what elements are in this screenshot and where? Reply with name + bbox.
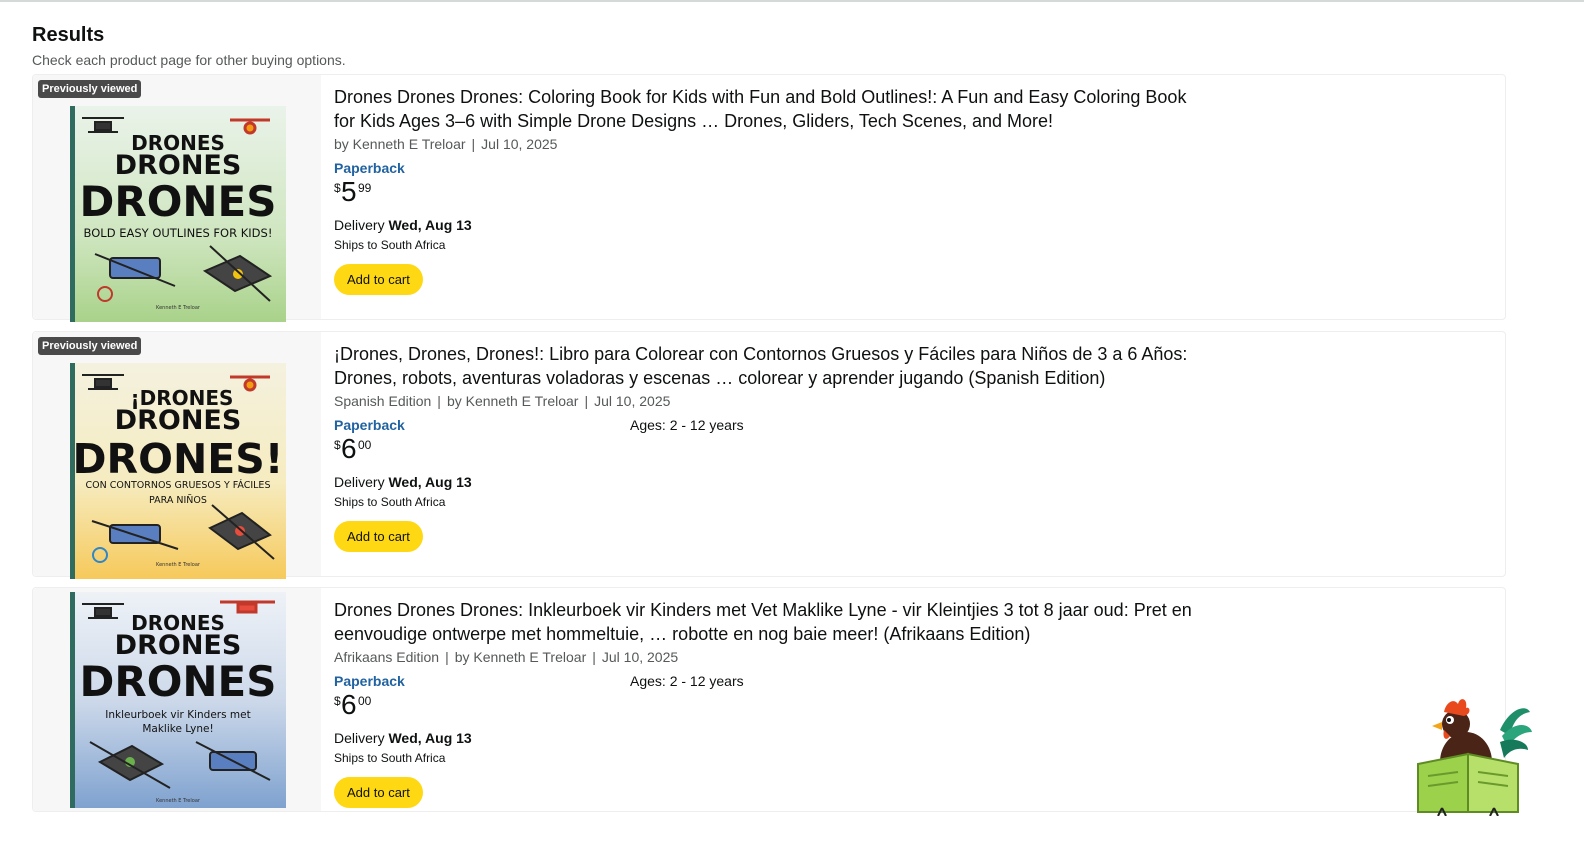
author-name: by Kenneth E Treloar — [454, 649, 587, 665]
price: $ 6 00 — [334, 689, 1214, 722]
author-name: by Kenneth E Treloar — [334, 136, 466, 152]
product-byline: Afrikaans Edition | by Kenneth E Treloar | J… — [334, 649, 679, 665]
svg-text:DRONES!: DRONES! — [72, 435, 283, 483]
edition: Spanish Edition — [334, 393, 432, 409]
product-info: ¡Drones, Drones, Drones!: Libro para Col… — [334, 342, 1214, 552]
results-subtitle: Check each product page for other buying… — [32, 52, 346, 68]
product-byline: by Kenneth E Treloar | Jul 10, 2025 — [334, 136, 558, 152]
product-byline: Spanish Edition | by Kenneth E Treloar | Jul… — [334, 393, 671, 409]
book-cover-image[interactable]: ¡DRONES DRONES DRONES! CON CONTORNOS GRU… — [70, 363, 286, 579]
product-title[interactable]: Drones Drones Drones: Coloring Book for … — [334, 85, 1214, 133]
delivery-info: Delivery Wed, Aug 13 — [334, 472, 1214, 492]
svg-text:Kenneth E Treloar: Kenneth E Treloar — [156, 798, 201, 804]
publish-date: Jul 10, 2025 — [481, 136, 558, 152]
delivery-date: Wed, Aug 13 — [388, 474, 472, 490]
ships-to: Ships to South Africa — [334, 495, 446, 509]
price-whole: 6 — [341, 689, 357, 720]
age-range: Ages: 2 - 12 years — [630, 417, 744, 433]
book-cover-image[interactable]: DRONES DRONES DRONES BOLD EASY OUTLINES … — [70, 106, 286, 322]
edition: Afrikaans Edition — [334, 649, 440, 665]
svg-text:Kenneth E Treloar: Kenneth E Treloar — [156, 305, 201, 311]
delivery-info: Delivery Wed, Aug 13 — [334, 215, 1214, 235]
publish-date: Jul 10, 2025 — [594, 393, 671, 409]
product-info: Drones Drones Drones: Coloring Book for … — [334, 85, 1214, 295]
svg-text:Inkleurboek vir Kinders met: Inkleurboek vir Kinders met — [105, 709, 250, 721]
product-title-line[interactable]: eenvoudige ontwerpe met hommeltuie, … ro… — [334, 624, 1030, 644]
ships-to: Ships to South Africa — [334, 751, 446, 765]
product-info: Drones Drones Drones: Inkleurboek vir Ki… — [334, 598, 1214, 808]
book-cover-image[interactable]: DRONES DRONES DRONES Inkleurboek vir Kin… — [70, 592, 286, 808]
price-fraction: 99 — [358, 181, 372, 195]
age-range: Ages: 2 - 12 years — [630, 673, 744, 689]
svg-text:DRONES: DRONES — [80, 657, 277, 706]
svg-text:Kenneth E Treloar: Kenneth E Treloar — [156, 562, 201, 568]
previously-viewed-badge: Previously viewed — [38, 80, 142, 98]
price-symbol: $ — [334, 181, 341, 195]
svg-text:BOLD EASY OUTLINES FOR KIDS!: BOLD EASY OUTLINES FOR KIDS! — [84, 226, 273, 240]
svg-text:Maklike Lyne!: Maklike Lyne! — [142, 723, 213, 735]
format-link[interactable]: Paperback — [334, 417, 405, 433]
rooster-reading-mascot-icon[interactable] — [1414, 690, 1532, 816]
price-symbol: $ — [334, 694, 341, 708]
delivery-info: Delivery Wed, Aug 13 — [334, 728, 1214, 748]
product-title-line[interactable]: Drones, robots, aventuras voladoras y es… — [334, 368, 1105, 388]
delivery-date: Wed, Aug 13 — [388, 730, 472, 746]
product-image-area[interactable]: DRONES DRONES DRONES BOLD EASY OUTLINES … — [33, 75, 321, 322]
price-symbol: $ — [334, 438, 341, 452]
price: $ 6 00 — [334, 433, 1214, 466]
add-to-cart-button[interactable]: Add to cart — [334, 521, 423, 552]
product-title[interactable]: ¡Drones, Drones, Drones!: Libro para Col… — [334, 342, 1214, 390]
add-to-cart-button[interactable]: Add to cart — [334, 264, 423, 295]
svg-text:DRONES: DRONES — [80, 177, 277, 226]
ships-to: Ships to South Africa — [334, 238, 446, 252]
results-heading: Results — [32, 24, 105, 46]
product-title-line[interactable]: Drones Drones Drones: Coloring Book for … — [334, 87, 1186, 107]
svg-text:DRONES: DRONES — [115, 405, 242, 436]
product-image-area[interactable]: ¡DRONES DRONES DRONES! CON CONTORNOS GRU… — [33, 332, 321, 579]
product-card: DRONES DRONES DRONES Inkleurboek vir Kin… — [32, 587, 1506, 812]
author-name: by Kenneth E Treloar — [446, 393, 579, 409]
product-title-line[interactable]: for Kids Ages 3–6 with Simple Drone Desi… — [334, 111, 1053, 131]
format-link[interactable]: Paperback — [334, 673, 405, 689]
publish-date: Jul 10, 2025 — [601, 649, 679, 665]
product-title-line[interactable]: Drones Drones Drones: Inkleurboek vir Ki… — [334, 600, 1192, 620]
previously-viewed-badge: Previously viewed — [38, 337, 142, 355]
product-title[interactable]: Drones Drones Drones: Inkleurboek vir Ki… — [334, 598, 1214, 646]
delivery-label: Delivery — [334, 217, 385, 233]
price: $ 5 99 — [334, 176, 1214, 209]
product-title-line[interactable]: ¡Drones, Drones, Drones!: Libro para Col… — [334, 344, 1187, 364]
price-fraction: 00 — [358, 438, 372, 452]
price-whole: 5 — [341, 176, 357, 207]
price-fraction: 00 — [358, 694, 372, 708]
price-whole: 6 — [341, 433, 357, 464]
add-to-cart-button[interactable]: Add to cart — [334, 777, 423, 808]
delivery-label: Delivery — [334, 474, 385, 490]
product-card: ¡DRONES DRONES DRONES! CON CONTORNOS GRU… — [32, 331, 1506, 579]
svg-text:PARA NIÑOS: PARA NIÑOS — [149, 495, 207, 506]
delivery-date: Wed, Aug 13 — [388, 217, 472, 233]
product-image-area[interactable]: DRONES DRONES DRONES Inkleurboek vir Kin… — [33, 588, 321, 811]
svg-text:CON CONTORNOS GRUESOS Y FÁCILE: CON CONTORNOS GRUESOS Y FÁCILES — [86, 479, 271, 491]
format-link[interactable]: Paperback — [334, 160, 405, 176]
product-card: DRONES DRONES DRONES BOLD EASY OUTLINES … — [32, 74, 1506, 322]
delivery-label: Delivery — [334, 730, 385, 746]
top-divider — [0, 0, 1584, 2]
